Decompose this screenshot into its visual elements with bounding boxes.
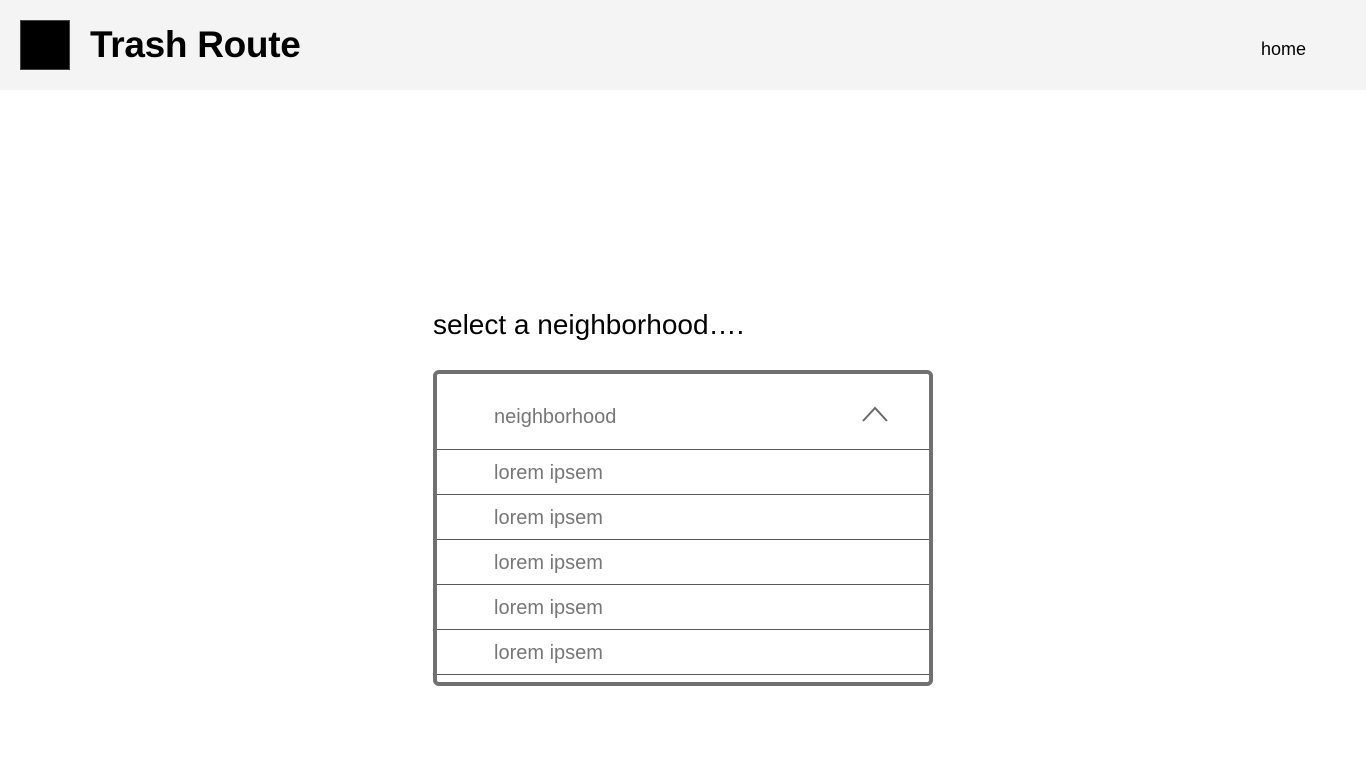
header-bar: Trash Route home <box>0 0 1366 90</box>
option-label: lorem ipsem <box>494 642 603 664</box>
neighborhood-select[interactable]: neighborhood <box>437 374 929 450</box>
dropdown-option[interactable]: lorem ipsem <box>437 495 929 540</box>
dropdown-option[interactable]: lorem ipsem <box>437 585 929 630</box>
selected-value: neighborhood <box>494 406 617 428</box>
logo <box>20 20 70 70</box>
option-label: lorem ipsem <box>494 462 603 484</box>
dropdown-option[interactable]: lorem ipsem <box>437 630 929 675</box>
page-prompt: select a neighborhood…. <box>433 309 745 340</box>
dropdown-option[interactable]: lorem ipsem <box>437 540 929 585</box>
option-label: lorem ipsem <box>494 507 603 529</box>
nav-home-link[interactable]: home <box>1261 38 1306 60</box>
option-label: lorem ipsem <box>494 597 603 619</box>
dropdown-option[interactable]: lorem ipsem <box>437 450 929 495</box>
app-title: Trash Route <box>90 24 301 65</box>
option-label: lorem ipsem <box>494 552 603 574</box>
option-list: lorem ipsem lorem ipsem lorem ipsem lore… <box>437 450 929 675</box>
neighborhood-dropdown: neighborhood lorem ipsem lorem ipsem lor… <box>433 370 933 686</box>
chevron-up-icon[interactable] <box>861 404 889 424</box>
